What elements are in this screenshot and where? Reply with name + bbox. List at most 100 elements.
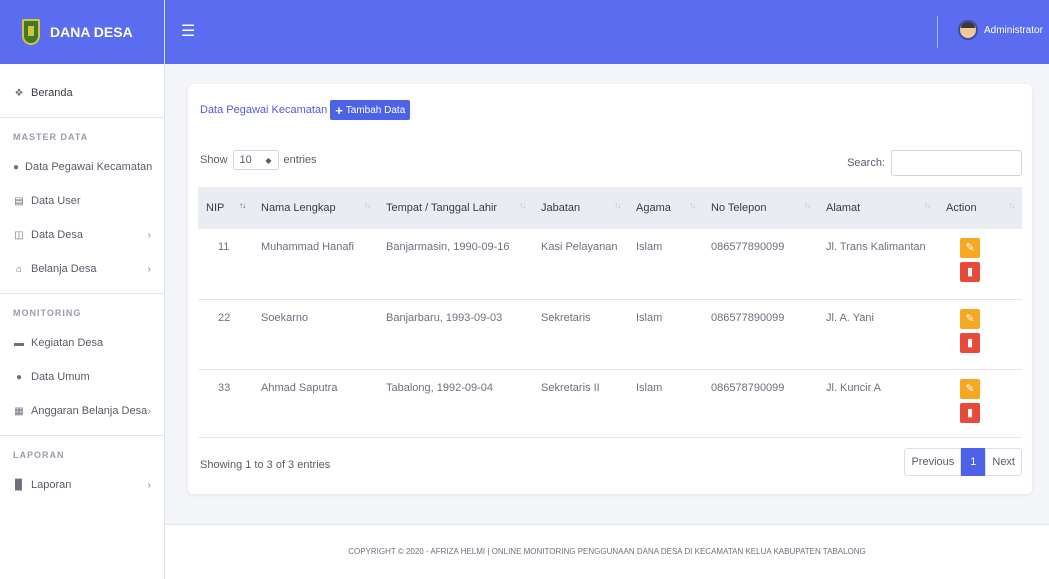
sidebar-heading-monitoring: MONITORING [13,308,82,318]
sidebar-item-label: Data Desa [31,229,83,241]
entries-value: 10 [239,154,252,166]
card-title: Data Pegawai Kecamatan [200,104,328,116]
add-data-button[interactable]: + Tambah Data [330,100,411,120]
cell-alamat: Jl. A. Yani [826,311,874,324]
edit-button[interactable]: ✎ [960,308,980,329]
bars-icon[interactable]: ☰ [181,21,195,41]
sort-icon: ↑↓ [924,201,931,210]
column-header-jabatan[interactable]: Jabatan ↑↓ [533,187,628,229]
file-icon: ▤ [14,195,24,207]
table-info: Showing 1 to 3 of 3 entries [200,459,331,471]
column-header-agama[interactable]: Agama ↑↓ [628,187,703,229]
folder-icon: ▬ [14,337,24,349]
delete-button[interactable]: ▮ [960,402,980,423]
sidebar-item-data-umum[interactable]: ● Data Umum [0,360,164,394]
sidebar-item-kegiatan-desa[interactable]: ▬ Kegiatan Desa [0,326,164,360]
dashboard-icon: ❖ [14,87,24,99]
chevron-right-icon: › [147,263,151,275]
trash-icon: ▮ [966,266,974,278]
add-data-label: Tambah Data [345,104,406,116]
cell-ttl: Banjarbaru, 1993-09-03 [386,311,503,324]
column-header-nip[interactable]: NIP ↑↓ [198,187,253,229]
sidebar-divider [0,435,164,436]
sidebar-divider [0,117,164,118]
brand-logo [22,19,40,45]
data-card: Data Pegawai Kecamatan + Tambah Data Sho… [188,84,1032,494]
sidebar-item-label: Laporan [31,479,72,491]
cell-nip: 33 [218,381,231,394]
edit-button[interactable]: ✎ [960,378,980,399]
brand-title: DANA DESA [50,24,133,40]
cell-ttl: Banjarmasin, 1990-09-16 [386,241,510,253]
table-header-row: NIP ↑↓ Nama Lengkap ↑↓ Tempat / Tanggal La… [198,187,1022,229]
cell-alamat: Jl. Trans Kalimantan [826,241,926,253]
user-name: Administrator [984,24,1043,36]
chevron-right-icon: › [147,229,151,241]
entries-control: Show 10 ◆ entries [200,150,317,170]
sidebar-nav: ❖ Beranda MASTER DATA ● Data Pegawai Kec… [0,64,164,502]
entries-select[interactable]: 10 ◆ [232,150,279,170]
sidebar-item-beranda[interactable]: ❖ Beranda [0,76,164,110]
sort-icon: ↑↓ [614,201,621,210]
grid-icon: ◫ [14,229,24,241]
cell-telepon: 086578790099 [711,381,785,394]
column-header-nama[interactable]: Nama Lengkap ↑↓ [253,187,378,229]
cell-telepon: 086577890099 [711,241,785,253]
table-row: 22 Soekarno Banjarbaru, 1993-09-03 Sekre… [198,299,1022,369]
search-label: Search: [847,157,885,169]
next-button[interactable]: Next [985,448,1022,476]
edit-button[interactable]: ✎ [960,238,980,258]
trash-icon: ▮ [966,336,974,349]
previous-button[interactable]: Previous [904,448,962,476]
chevron-right-icon: › [147,479,151,491]
select-arrows-icon: ◆ [265,155,272,165]
column-header-telepon[interactable]: No Telepon ↑↓ [703,187,818,229]
sidebar-item-label: Data Umum [31,371,90,383]
entries-label: entries [283,154,317,166]
search-input[interactable] [891,150,1022,176]
page-1-button[interactable]: 1 [961,448,986,476]
cell-action: ✎ ▮ [938,369,1022,437]
sort-icon: ↑↓ [689,201,696,210]
sidebar-item-label: Belanja Desa [31,263,97,275]
cell-agama: Islam [636,241,663,253]
cell-agama: Islam [636,311,663,324]
cell-action: ✎ ▮ [938,299,1022,369]
sort-icon: ↑↓ [1008,201,1015,210]
trash-icon: ▮ [966,406,974,419]
cell-jabatan: Sekretaris [541,311,591,324]
column-header-ttl[interactable]: Tempat / Tanggal Lahir ↑↓ [378,187,533,229]
sidebar-item-laporan[interactable]: ▉ Laporan › [0,468,164,502]
sidebar-item-anggaran-belanja-desa[interactable]: ▦ Anggaran Belanja Desa › [0,394,164,428]
plus-icon: + [335,102,343,118]
sort-icon: ↑↓ [519,201,526,210]
sidebar-item-data-user[interactable]: ▤ Data User [0,184,164,218]
cell-nama: Ahmad Saputra [261,381,338,394]
delete-button[interactable]: ▮ [960,332,980,353]
table-row: 11 Muhammad Hanafi Banjarmasin, 1990-09-… [198,229,1022,299]
table-icon: ▦ [14,405,24,417]
sidebar-item-label: Anggaran Belanja Desa [31,405,148,417]
sidebar-item-label: Beranda [31,87,73,99]
person-icon: ● [15,371,23,383]
sidebar-heading-master-data: MASTER DATA [13,132,89,142]
delete-button[interactable]: ▮ [960,262,980,282]
column-header-action[interactable]: Action ↑↓ [938,187,1022,229]
sidebar-item-label: Kegiatan Desa [31,337,104,349]
sidebar-item-data-desa[interactable]: ◫ Data Desa › [0,218,164,252]
sidebar-item-label: Data User [31,195,81,207]
column-header-alamat[interactable]: Alamat ↑↓ [818,187,938,229]
brand[interactable]: DANA DESA [0,0,164,64]
user-menu[interactable]: Administrator [958,20,1043,40]
employee-table: NIP ↑↓ Nama Lengkap ↑↓ Tempat / Tanggal La… [198,187,1022,438]
sort-icon: ↑↓ [364,201,371,210]
cell-jabatan: Sekretaris II [541,381,600,394]
sidebar: DANA DESA ❖ Beranda MASTER DATA ● Data P… [0,0,165,579]
topbar-divider [937,16,938,48]
cell-action: ✎ ▮ [938,229,1022,299]
sidebar-item-data-pegawai-kecamatan[interactable]: ● Data Pegawai Kecamatan [0,150,164,184]
cell-nama: Soekarno [261,311,309,324]
card-header: Data Pegawai Kecamatan + Tambah Data [200,100,411,120]
sidebar-item-belanja-desa[interactable]: ⌂ Belanja Desa › [0,252,164,286]
cell-nip: 11 [218,241,230,253]
